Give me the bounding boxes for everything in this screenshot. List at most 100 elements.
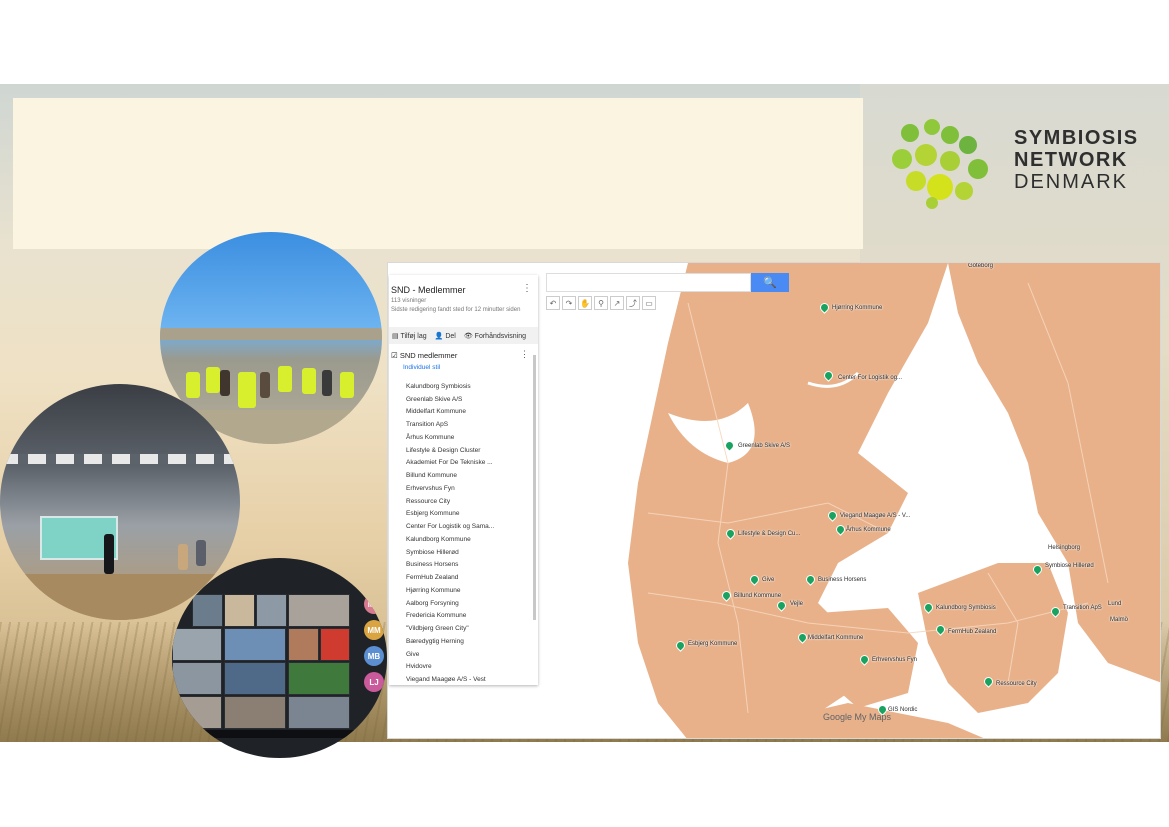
map-marker-icon[interactable] [1049, 605, 1062, 618]
video-tile [224, 662, 286, 695]
map-label: Erhvervshus Fyn [872, 657, 918, 663]
member-list-item[interactable]: FermHub Zealand [405, 571, 530, 584]
member-name: Middelfart Kommune [406, 408, 466, 416]
member-list-item[interactable]: Erhvervshus Fyn [405, 482, 530, 495]
line-icon[interactable]: ↗ [610, 296, 624, 310]
google-my-maps-brand: Google My Maps [823, 712, 892, 722]
ruler-icon[interactable]: ▭ [642, 296, 656, 310]
member-list-item[interactable]: Transition ApS [405, 418, 530, 431]
logo-text-network: NETWORK [1014, 149, 1128, 171]
map-label: Give [762, 577, 775, 583]
map-marker-icon[interactable] [934, 623, 947, 636]
marker-head [723, 439, 736, 452]
map-label: Center For Logistik og... [838, 375, 903, 381]
member-name: Esbjerg Kommune [406, 510, 460, 518]
map-marker-icon[interactable] [1031, 563, 1044, 576]
member-name: Ressource City [406, 497, 451, 505]
member-list-item[interactable]: Aalborg Forsyning [405, 597, 530, 610]
member-list-item[interactable]: Hjørring Kommune [405, 584, 530, 597]
map-title[interactable]: SND - Medlemmer [391, 285, 466, 295]
video-tile [288, 628, 319, 661]
undo-icon[interactable]: ↶ [546, 296, 560, 310]
layer-checkbox-row[interactable]: ☑ SND medlemmer [391, 351, 457, 360]
preview-button[interactable]: 👁 Forhåndsvisning [464, 332, 526, 340]
member-list-item[interactable]: Ressource City [405, 495, 530, 508]
title-banner [13, 98, 863, 249]
map-marker-icon[interactable] [723, 439, 736, 452]
map-label: Helsingborg [1048, 545, 1081, 551]
map-marker-icon[interactable] [858, 653, 871, 666]
member-list-item[interactable]: Kalundborg Symbiosis [405, 380, 530, 393]
map-label: Esbjerg Kommune [688, 641, 738, 647]
member-list-item[interactable]: Århus Kommune [405, 431, 530, 444]
marker-head [826, 509, 839, 522]
map-marker-icon[interactable] [982, 675, 995, 688]
map-marker-icon[interactable] [822, 369, 835, 382]
directions-icon[interactable]: ⤴ [626, 296, 640, 310]
map-label: Billund Kommune [734, 593, 782, 599]
member-list-item[interactable]: Business Horsens [405, 559, 530, 572]
member-list-item[interactable]: Fredericia Kommune [405, 610, 530, 623]
marker-head [1049, 605, 1062, 618]
symbiosis-network-logo: SYMBIOSIS NETWORK DENMARK [888, 115, 1138, 210]
member-list-item[interactable]: Lifestyle & Design Cluster [405, 444, 530, 457]
marker-head [1031, 563, 1044, 576]
marker-head [934, 623, 947, 636]
map-label: Vejle [790, 601, 804, 607]
member-list-item[interactable]: "Vildbjerg Green City" [405, 622, 530, 635]
map-marker-icon[interactable] [834, 523, 847, 536]
member-name: "Vildbjerg Green City" [406, 625, 469, 633]
video-tile [224, 594, 255, 627]
map-marker-icon[interactable] [796, 631, 809, 644]
search-button[interactable]: 🔍 [751, 273, 789, 292]
layer-style-link[interactable]: Individuel stil [403, 364, 440, 371]
map-marker-icon[interactable] [804, 573, 817, 586]
member-list-item[interactable]: Akademiet For De Tekniske ... [405, 457, 530, 470]
map-marker-icon[interactable] [724, 527, 737, 540]
map-label: Viegand Maagøe A/S - V... [840, 513, 911, 519]
member-list-item[interactable]: Billund Kommune [405, 469, 530, 482]
video-tile [224, 696, 286, 729]
map-marker-icon[interactable] [922, 601, 935, 614]
member-name: Transition ApS [406, 421, 449, 429]
map-marker-icon[interactable] [748, 573, 761, 586]
member-list-item[interactable]: Greenlab Skive A/S [405, 393, 530, 406]
video-tile [256, 594, 287, 627]
member-list-item[interactable]: Give [405, 648, 530, 661]
share-button[interactable]: 👤 Del [435, 332, 456, 340]
member-name: Symbiose Hillerød [406, 548, 459, 556]
add-layer-button[interactable]: ▤ Tilføj lag [392, 332, 427, 340]
panel-scrollbar[interactable] [533, 355, 536, 620]
member-list-item[interactable]: Bæredygtig Herning [405, 635, 530, 648]
map-marker-icon[interactable] [674, 639, 687, 652]
marker-head [858, 653, 871, 666]
video-tile [172, 662, 222, 695]
map-marker-icon[interactable] [775, 599, 788, 612]
member-list-item[interactable]: Kalundborg Kommune [405, 533, 530, 546]
member-list-item[interactable]: Hvidovre [405, 661, 530, 674]
member-name: Bæredygtig Herning [406, 637, 464, 645]
layer-options-icon[interactable]: ⋮ [520, 349, 529, 360]
member-list: Kalundborg Symbiosis Greenlab Skive A/S Mi… [405, 380, 530, 686]
map-toolbar: ↶ ↷ ✋ ⚲ ↗ ⤴ ▭ [546, 296, 656, 310]
map-search-input[interactable] [546, 273, 751, 292]
member-list-item[interactable]: Viegand Maagøe A/S - Vest [405, 673, 530, 686]
member-list-item[interactable]: Middelfart Kommune [405, 406, 530, 419]
map-marker-icon[interactable] [818, 301, 831, 314]
member-list-item[interactable]: Esbjerg Kommune [405, 508, 530, 521]
member-list-item[interactable]: Symbiose Hillerød [405, 546, 530, 559]
marker-head [720, 589, 733, 602]
member-name: Lifestyle & Design Cluster [406, 446, 481, 454]
map-label: Lifestyle & Design Cu... [738, 531, 801, 537]
hand-icon[interactable]: ✋ [578, 296, 592, 310]
member-list-item[interactable]: Center For Logistik og Sama... [405, 520, 530, 533]
map-marker-icon[interactable] [720, 589, 733, 602]
marker-icon[interactable]: ⚲ [594, 296, 608, 310]
more-options-icon[interactable]: ⋮ [522, 283, 532, 294]
video-call-screenshot: MD MM MB LJ [172, 558, 387, 758]
attendee [178, 544, 188, 570]
member-name: Center For Logistik og Sama... [406, 523, 495, 531]
map-marker-icon[interactable] [826, 509, 839, 522]
attendee [196, 540, 206, 566]
redo-icon[interactable]: ↷ [562, 296, 576, 310]
